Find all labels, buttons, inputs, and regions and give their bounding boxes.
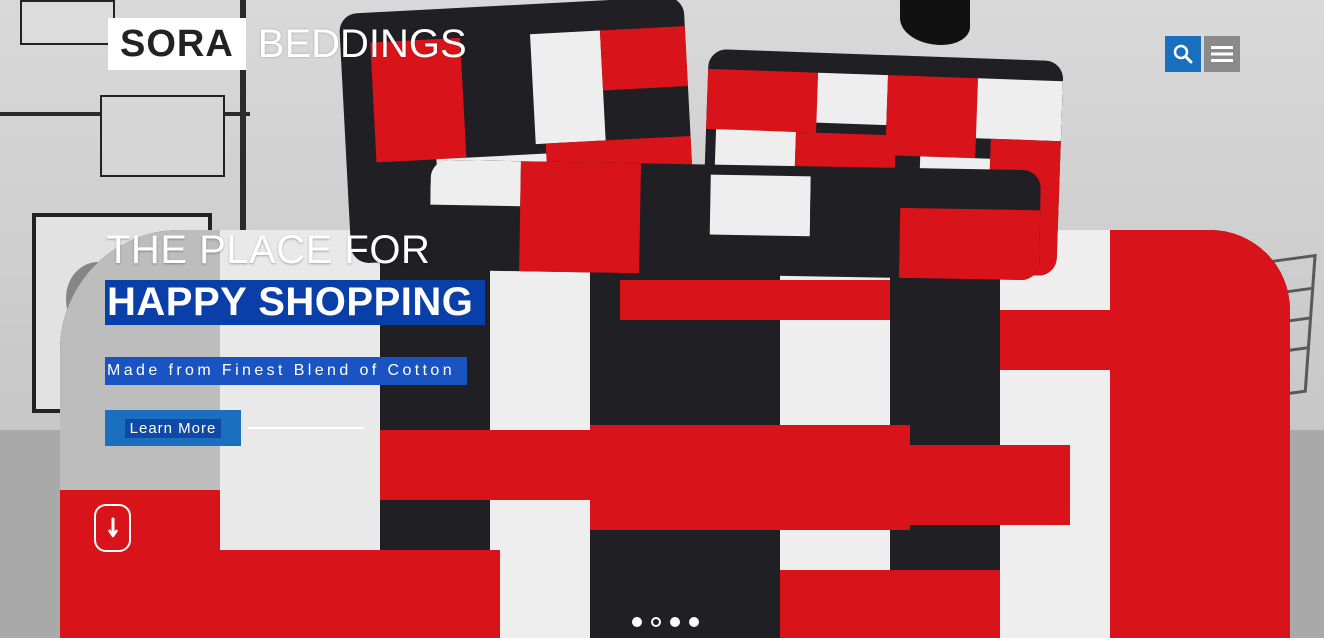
brand-logo-text: BEDDINGS — [257, 22, 467, 66]
scroll-down-button[interactable] — [94, 504, 131, 552]
search-button[interactable] — [1165, 36, 1201, 72]
slider-dot[interactable] — [651, 617, 661, 627]
hero-headline-line1: THE PLACE FOR — [106, 228, 431, 272]
wall-picture — [20, 0, 115, 45]
learn-more-label: Learn More — [124, 418, 222, 438]
decorative-line — [248, 427, 364, 429]
menu-button[interactable] — [1204, 36, 1240, 72]
brand-logo[interactable]: SORA BEDDINGS — [108, 18, 467, 70]
hero-tagline: Made from Finest Blend of Cotton — [105, 357, 468, 385]
arrow-down-icon — [107, 517, 118, 538]
pillow — [429, 159, 1041, 281]
hamburger-menu-icon — [1211, 46, 1233, 62]
wall-picture — [100, 95, 225, 177]
slider-dot[interactable] — [632, 617, 642, 627]
hero-headline-line2: HAPPY SHOPPING — [105, 280, 486, 325]
hero-banner: SORA BEDDINGS THE PLACE FOR HAPPY SHOPPI… — [0, 0, 1324, 638]
brand-logo-box: SORA — [108, 18, 246, 70]
slider-dot[interactable] — [689, 617, 699, 627]
slider-pagination — [632, 617, 699, 627]
slider-dot[interactable] — [670, 617, 680, 627]
wall-decoration — [900, 0, 970, 45]
learn-more-button[interactable]: Learn More — [105, 410, 241, 446]
search-icon — [1173, 44, 1193, 64]
